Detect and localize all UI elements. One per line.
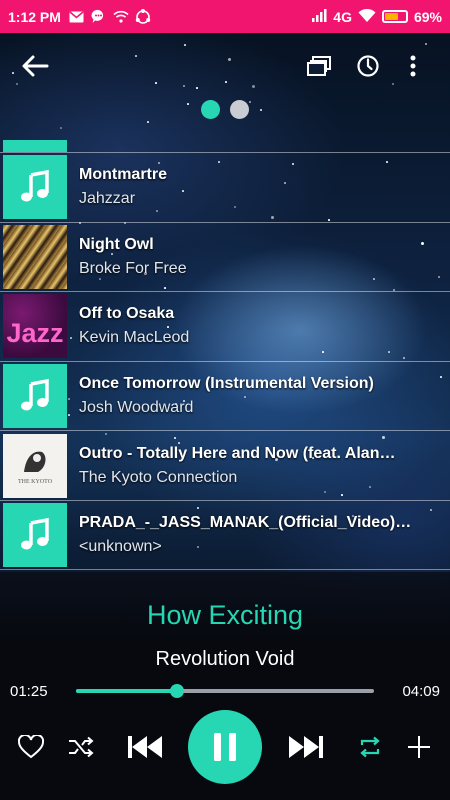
music-note-icon (21, 517, 49, 550)
star (147, 121, 149, 123)
heart-icon[interactable] (16, 732, 46, 762)
album-art (3, 224, 67, 289)
wifi-icon (358, 8, 376, 25)
album-art (3, 155, 67, 220)
sync-icon (135, 8, 151, 25)
partial-list-item (3, 140, 67, 152)
now-playing-title: How Exciting (146, 600, 304, 630)
track-title: Night Owl (79, 235, 154, 253)
pause-icon (214, 733, 236, 761)
list-item[interactable]: Once Tomorrow (Instrumental Version) Josh… (0, 360, 450, 431)
status-right: 4G 69% (311, 8, 442, 25)
sleep-timer-icon[interactable] (353, 51, 383, 81)
battery-level (384, 13, 399, 20)
music-note-icon (21, 170, 49, 202)
signal-icon (311, 8, 327, 25)
track-artist: Jahzzar (79, 190, 136, 208)
battery-icon (381, 10, 408, 23)
page-dot[interactable] (230, 100, 249, 119)
track-artist: <unknown> (79, 537, 162, 555)
track-title: Once Tomorrow (Instrumental Version) (79, 375, 374, 393)
list-item[interactable]: PRADA_-_JASS_MANAK_(Official_Video)… <unk… (0, 499, 450, 570)
album-art: Jazz (3, 294, 67, 359)
list-item[interactable]: Montmartre Jahzzar (0, 152, 450, 222)
seek-bar[interactable] (76, 684, 374, 698)
album-art-figure (24, 451, 46, 473)
album-art: THE KYOTO (3, 433, 67, 498)
track-title: Montmartre (79, 166, 168, 184)
track-artist: The Kyoto Connection (79, 468, 238, 486)
queue-icon[interactable] (304, 51, 334, 81)
shuffle-icon[interactable] (66, 732, 96, 762)
track-artist: Josh Woodward (79, 399, 194, 417)
seek-handle[interactable] (170, 684, 185, 698)
star (60, 127, 62, 129)
chat-icon (91, 9, 107, 25)
album-art-text: THE KYOTO (17, 479, 53, 486)
album-art (3, 502, 67, 567)
list-item[interactable]: THE KYOTO Outro - Totally Here and Now (… (0, 430, 450, 500)
page-indicator (0, 100, 450, 119)
battery-percent: 69% (413, 8, 442, 25)
total-time: 04:09 (402, 683, 440, 700)
next-icon[interactable] (287, 730, 325, 764)
track-title: Off to Osaka (79, 305, 175, 323)
seek-progress (76, 689, 178, 693)
repeat-icon[interactable] (355, 732, 385, 762)
gmail-icon (69, 9, 85, 25)
status-bar: 1:12 PM 4G 69% (0, 0, 450, 33)
playlist: Montmartre Jahzzar Night Owl Broke For Fre… (0, 152, 450, 570)
album-art (3, 364, 67, 429)
top-toolbar (0, 33, 450, 99)
list-item[interactable]: Night Owl Broke For Free (0, 221, 450, 292)
track-title: PRADA_-_JASS_MANAK_(Official_Video)… (79, 513, 412, 531)
wifi-icon (113, 9, 129, 25)
track-artist: Broke For Free (79, 259, 187, 277)
track-title: Outro - Totally Here and Now (feat. Alan… (79, 444, 396, 462)
status-time: 1:12 PM (8, 8, 61, 25)
current-time: 01:25 (10, 683, 48, 700)
pause-button[interactable] (188, 710, 262, 784)
add-icon[interactable] (404, 732, 434, 762)
more-vertical-icon[interactable] (398, 51, 428, 81)
music-note-icon (21, 378, 49, 411)
back-arrow-icon[interactable] (20, 51, 50, 81)
now-playing-panel: How Exciting Revolution Void 01:25 04:09 (0, 572, 450, 800)
album-art-text: Jazz (6, 317, 64, 348)
page-dot-active[interactable] (201, 100, 220, 119)
track-artist: Kevin MacLeod (79, 329, 190, 347)
network-type: 4G (333, 8, 352, 25)
list-item[interactable]: Jazz Off to Osaka Kevin MacLeod (0, 291, 450, 361)
previous-icon[interactable] (126, 730, 164, 764)
now-playing-artist: Revolution Void (155, 648, 295, 670)
